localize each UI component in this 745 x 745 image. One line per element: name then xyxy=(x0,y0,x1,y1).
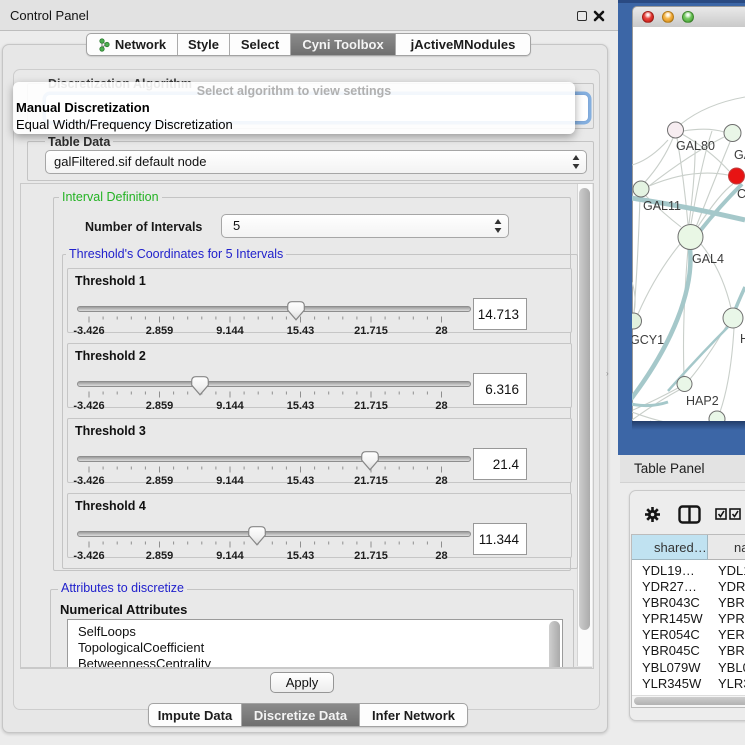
svg-text:GAL11: GAL11 xyxy=(643,199,681,213)
svg-text:HAP2: HAP2 xyxy=(686,394,719,408)
svg-text:GAL80: GAL80 xyxy=(676,139,715,153)
svg-text:GCY1: GCY1 xyxy=(632,333,664,347)
svg-text:GA: GA xyxy=(734,148,745,162)
svg-text:CY: CY xyxy=(737,187,745,201)
svg-text:HI: HI xyxy=(740,332,745,346)
svg-text:GAL4: GAL4 xyxy=(692,252,724,266)
